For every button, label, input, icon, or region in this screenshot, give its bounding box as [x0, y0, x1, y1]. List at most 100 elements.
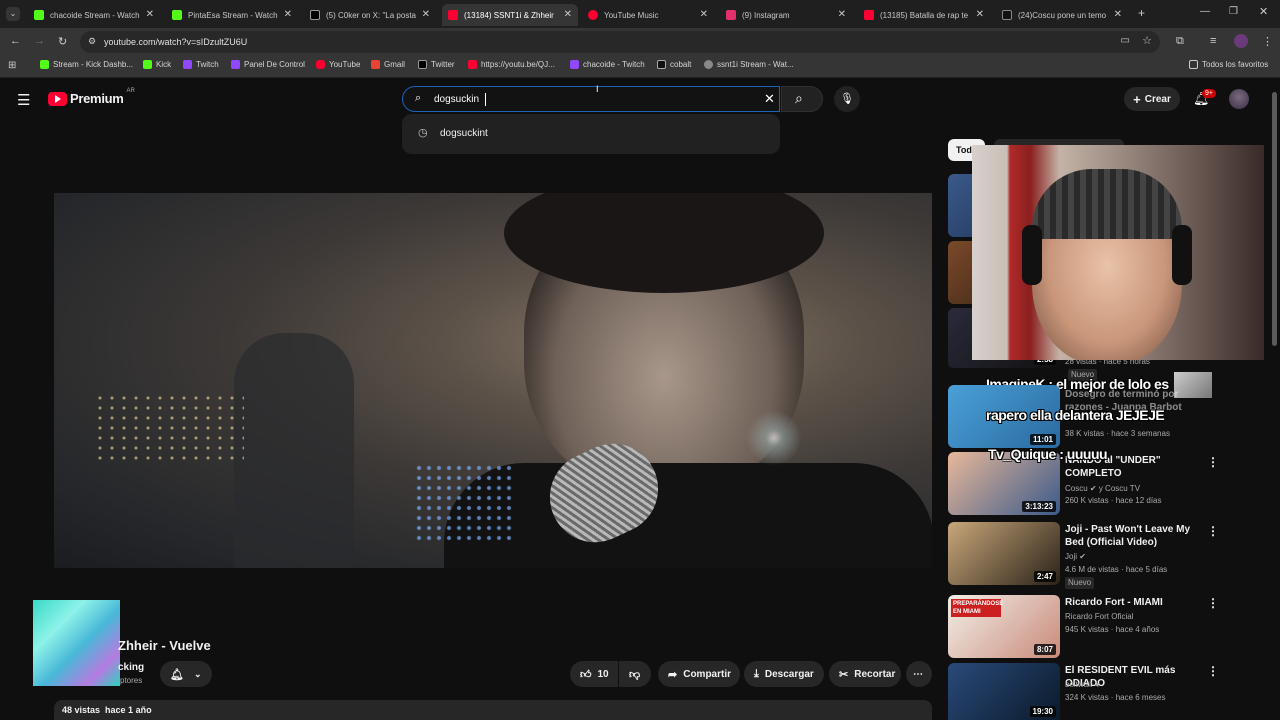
tab-6[interactable]: (9) Instagram ✕ [720, 4, 852, 26]
more-options-icon[interactable]: ⋮ [1207, 664, 1219, 678]
tab-2[interactable]: PintaEsa Stream - Watch ✕ [166, 4, 298, 26]
bookmark-item[interactable]: Gmail [371, 60, 405, 69]
tab-label: (13185) Batalla de rap te [880, 10, 969, 20]
download-button[interactable]: ⤓ Descargar [744, 661, 824, 687]
hamburger-menu-icon[interactable]: ☰ [17, 91, 30, 109]
back-icon[interactable]: ← [10, 35, 21, 47]
recommendation-channel[interactable]: Joji ✔ [1065, 551, 1086, 563]
tab-label: (24)Coscu pone un temo [1018, 10, 1107, 20]
minimize-icon[interactable]: — [1200, 6, 1210, 17]
more-options-icon[interactable]: ⋮ [1207, 455, 1219, 469]
reload-icon[interactable]: ↻ [58, 35, 67, 48]
close-icon[interactable]: ✕ [838, 9, 846, 20]
bookmark-item[interactable]: Panel De Control [231, 60, 305, 69]
share-button[interactable]: ➦ Compartir [658, 661, 740, 687]
bookmark-item[interactable]: chacoide - Twitch [570, 60, 645, 69]
close-icon[interactable]: ✕ [146, 9, 154, 20]
tab-1[interactable]: chacoide Stream - Watch ✕ [28, 4, 160, 26]
menu-dots-icon[interactable]: ⋮ [1262, 35, 1273, 48]
channel-name[interactable]: cking [118, 662, 144, 673]
address-bar[interactable]: ⚙ youtube.com/watch?v=sIDzultZU6U ▭ ☆ [80, 31, 1160, 53]
window-close-icon[interactable]: ✕ [1259, 5, 1268, 18]
more-actions-button[interactable]: ⋯ [906, 661, 932, 687]
page-scrollbar[interactable] [1272, 92, 1277, 346]
close-icon[interactable]: ✕ [976, 9, 984, 20]
bookmark-label: ssnt1i Stream - Wat... [717, 60, 794, 69]
all-bookmarks[interactable]: Todos los favoritos [1189, 60, 1268, 69]
bookmark-item[interactable]: Stream - Kick Dashb... [40, 60, 133, 69]
cobalt-icon [657, 60, 666, 69]
bookmark-item[interactable]: Kick [143, 60, 171, 69]
tab-5[interactable]: YouTube Music ✕ [582, 4, 714, 26]
suggestion-item[interactable]: ◷ dogsuckint [402, 120, 780, 148]
bookmark-item[interactable]: Twitch [183, 60, 219, 69]
bookmark-star-icon[interactable]: ☆ [1142, 34, 1152, 47]
tab-search-icon[interactable]: ⌄ [6, 7, 20, 21]
youtube-logo[interactable]: Premium AR [48, 88, 135, 106]
dislike-button[interactable]: 👎︎ [619, 661, 651, 687]
forward-icon[interactable]: → [34, 35, 45, 47]
headset [1022, 225, 1042, 285]
search-icon: ⌕ [415, 92, 422, 104]
bookmark-item[interactable]: cobalt [657, 60, 691, 69]
new-tab-icon[interactable]: + [1138, 6, 1145, 20]
close-icon[interactable]: ✕ [422, 9, 430, 20]
clear-search-icon[interactable]: ✕ [764, 91, 775, 107]
tab-3[interactable]: (5) C0ker on X: "La posta ✕ [304, 4, 436, 26]
search-button[interactable]: ⌕ [781, 86, 823, 112]
globe-icon [704, 60, 713, 69]
profile-avatar[interactable] [1234, 34, 1248, 48]
recommendation-channel[interactable]: Ricardo Fort Oficial [1065, 611, 1133, 623]
scissors-icon: ✂ [839, 668, 849, 681]
more-options-icon[interactable]: ⋮ [1207, 596, 1219, 610]
account-avatar[interactable] [1229, 89, 1249, 109]
recommendation-title[interactable]: Joji - Past Won't Leave My Bed (Official… [1065, 523, 1205, 549]
clip-button[interactable]: ✂ Recortar [829, 661, 901, 687]
close-icon[interactable]: ✕ [1114, 9, 1122, 20]
recommendation-channel[interactable]: beltwait ◂ [1065, 679, 1098, 691]
create-button[interactable]: + Crear [1124, 87, 1180, 111]
bookmark-item[interactable]: ssnt1i Stream - Wat... [704, 60, 794, 69]
tab-label: PintaEsa Stream - Watch [188, 10, 278, 20]
more-options-icon[interactable]: ⋮ [1207, 524, 1219, 538]
extensions-icon[interactable]: ⧉ [1176, 35, 1184, 48]
reading-list-icon[interactable]: ≡ [1210, 35, 1216, 47]
recommendation-thumbnail[interactable]: PREPARÁNDOSE EN MIAMI 8:07 [948, 595, 1060, 658]
recommendation-channel[interactable]: Coscu ✔ y Coscu TV [1065, 483, 1140, 495]
restore-icon[interactable]: ❐ [1229, 6, 1238, 17]
tiktok-favicon [1002, 10, 1012, 20]
voice-search-button[interactable]: 🎙 [834, 86, 860, 112]
search-input[interactable]: dogsuckin [434, 94, 479, 105]
search-box[interactable]: ⌕ dogsuckin ✕ [402, 86, 780, 112]
tab-7[interactable]: (13185) Batalla de rap te ✕ [858, 4, 990, 26]
video-player[interactable] [54, 193, 932, 568]
bookmark-item[interactable]: YouTube [316, 60, 360, 69]
channel-thumbnail[interactable] [33, 600, 120, 686]
site-info-icon[interactable]: ⚙ [88, 36, 96, 47]
notifications-subscribe-button[interactable]: 🔔︎ ⌄ [160, 661, 212, 687]
youtube-music-favicon [588, 10, 598, 20]
create-label: Crear [1144, 93, 1171, 105]
apps-grid-icon[interactable]: ⊞ [8, 60, 16, 71]
cast-icon[interactable]: ▭ [1121, 35, 1130, 46]
close-icon[interactable]: ✕ [564, 9, 572, 20]
recommendation-title[interactable]: Ricardo Fort - MIAMI [1065, 596, 1205, 609]
thumbnail-caption: PREPARÁNDOSE EN MIAMI [951, 599, 1004, 617]
recommendation-thumbnail[interactable]: 2:47 [948, 522, 1060, 585]
like-button[interactable]: 👍︎ 10 [570, 661, 618, 687]
thumbs-up-icon: 👍︎ [580, 668, 592, 681]
tab-4-active[interactable]: (13184) SSNT1i & Zhheir ✕ [442, 4, 578, 26]
suggestion-text: dogsuckint [440, 128, 488, 139]
bookmark-label: Kick [156, 60, 172, 69]
recommendation-thumbnail[interactable]: 19:30 [948, 663, 1060, 720]
bookmarks-bar: ⊞ Stream - Kick Dashb... Kick Twitch Pan… [0, 56, 1280, 78]
tab-8[interactable]: (24)Coscu pone un temo ✕ [996, 4, 1128, 26]
close-icon[interactable]: ✕ [284, 9, 292, 20]
x-icon [418, 60, 427, 69]
bookmark-item[interactable]: Twitter [418, 60, 455, 69]
bookmark-item[interactable]: https://youtu.be/QJ... [468, 60, 555, 69]
lights-blue [414, 463, 514, 543]
description-box[interactable]: 48 vistas hace 1 año [54, 700, 932, 720]
close-icon[interactable]: ✕ [700, 9, 708, 20]
more-horizontal-icon: ⋯ [913, 668, 923, 680]
